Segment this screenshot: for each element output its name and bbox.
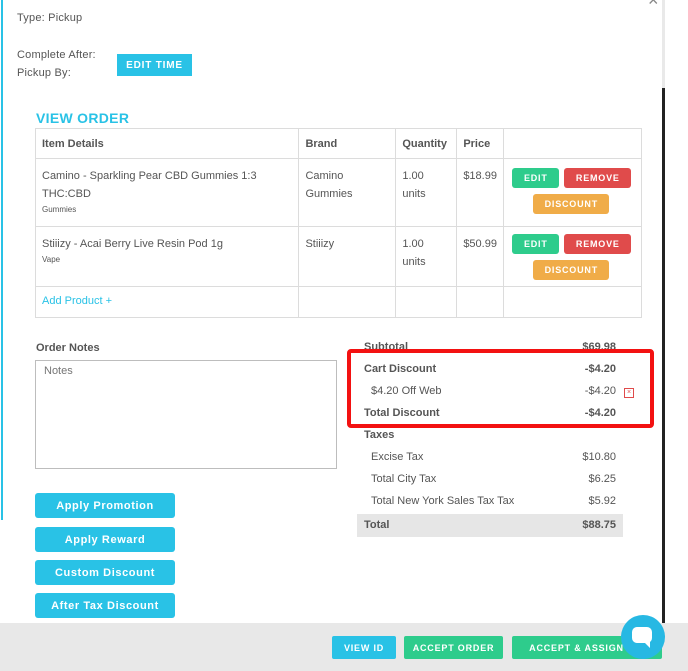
item-name-line: THC:CBD: [42, 188, 91, 200]
ny-sales-tax-label: Total New York Sales Tax Tax: [371, 495, 515, 507]
item-category: Vape: [42, 255, 61, 264]
empty-cell: [298, 286, 397, 318]
order-type: Type: Pickup: [17, 12, 83, 24]
item-price: $50.99: [463, 238, 497, 250]
empty-cell: [395, 286, 458, 318]
item-brand: Stiiizy: [305, 238, 335, 250]
total-label: Total: [364, 519, 390, 531]
item-quantity: 1.00 units: [402, 227, 450, 271]
custom-discount-button[interactable]: Custom Discount: [35, 560, 175, 585]
actions-cell: EDIT REMOVE DISCOUNT: [503, 226, 642, 287]
close-icon[interactable]: ×: [648, 0, 659, 9]
apply-promotion-button[interactable]: Apply Promotion: [35, 493, 175, 518]
discount-highlight-frame: [347, 349, 654, 428]
total-value: $88.75: [582, 519, 616, 531]
quantity-value: 1.00: [402, 170, 424, 182]
quantity-cell: 1.00 units: [395, 226, 458, 287]
excise-tax-label: Excise Tax: [371, 451, 424, 463]
table-header-row: Item Details Brand Quantity Price: [34, 128, 642, 159]
apply-reward-button[interactable]: Apply Reward: [35, 527, 175, 552]
table-row: Stiiizy - Acai Berry Live Resin Pod 1g V…: [34, 226, 642, 287]
add-product-link[interactable]: Add Product +: [42, 287, 292, 307]
total-row: Total $88.75: [357, 514, 623, 537]
ny-sales-tax-value: $5.92: [588, 495, 616, 507]
table-row: Add Product +: [34, 286, 642, 318]
order-notes-label: Order Notes: [36, 342, 100, 354]
brand-cell: Stiiizy: [298, 226, 397, 287]
chat-icon: [632, 627, 652, 648]
brand-cell: Camino Gummies: [298, 158, 397, 227]
excise-tax-row: Excise Tax $10.80: [357, 446, 623, 468]
complete-after-label: Complete After:: [17, 49, 96, 61]
actions-cell: EDIT REMOVE DISCOUNT: [503, 158, 642, 227]
price-cell: $18.99: [456, 158, 505, 227]
price-cell: $50.99: [456, 226, 505, 287]
item-price: $18.99: [463, 170, 497, 182]
discount-item-button[interactable]: DISCOUNT: [533, 260, 610, 280]
empty-cell: [503, 286, 642, 318]
view-id-button[interactable]: VIEW ID: [332, 636, 396, 659]
remove-item-button[interactable]: REMOVE: [564, 234, 632, 254]
ny-sales-tax-row: Total New York Sales Tax Tax $5.92: [357, 490, 623, 512]
view-order-title: VIEW ORDER: [36, 110, 130, 126]
city-tax-label: Total City Tax: [371, 473, 437, 485]
left-accent-bar: [1, 0, 3, 520]
empty-cell: [456, 286, 505, 318]
quantity-unit: units: [402, 188, 426, 200]
edit-item-button[interactable]: EDIT: [512, 234, 560, 254]
item-brand: Camino Gummies: [305, 159, 389, 203]
item-category: Gummies: [42, 205, 77, 214]
taxes-label: Taxes: [364, 429, 395, 441]
column-header-quantity: Quantity: [395, 128, 458, 159]
quantity-value: 1.00: [402, 238, 424, 250]
item-quantity: 1.00 units: [402, 159, 450, 203]
quantity-cell: 1.00 units: [395, 158, 458, 227]
quantity-unit: units: [402, 256, 426, 268]
item-name: Stiiizy - Acai Berry Live Resin Pod 1g: [42, 238, 223, 250]
brand-line: Gummies: [305, 188, 353, 200]
item-name: Camino - Sparkling Pear CBD Gummies 1:3 …: [42, 159, 292, 203]
item-name-line: Camino - Sparkling Pear CBD Gummies 1:3: [42, 170, 257, 182]
item-details-cell: Camino - Sparkling Pear CBD Gummies 1:3 …: [34, 158, 300, 227]
scrollbar-track[interactable]: [662, 0, 665, 623]
column-header-price: Price: [456, 128, 505, 159]
discount-item-button[interactable]: DISCOUNT: [533, 194, 610, 214]
scrollbar-thumb[interactable]: [662, 0, 665, 88]
column-header-brand: Brand: [298, 128, 397, 159]
brand-line: Camino: [305, 170, 344, 182]
excise-tax-value: $10.80: [582, 451, 616, 463]
column-header-item-details: Item Details: [34, 128, 300, 159]
edit-time-button[interactable]: EDIT TIME: [117, 54, 192, 76]
chat-launcher-button[interactable]: [621, 615, 665, 659]
accept-order-button[interactable]: ACCEPT ORDER: [404, 636, 503, 659]
pickup-by-label: Pickup By:: [17, 67, 71, 79]
city-tax-value: $6.25: [588, 473, 616, 485]
order-items-table: Item Details Brand Quantity Price Camino…: [34, 128, 642, 318]
remove-item-button[interactable]: REMOVE: [564, 168, 632, 188]
city-tax-row: Total City Tax $6.25: [357, 468, 623, 490]
table-row: Camino - Sparkling Pear CBD Gummies 1:3 …: [34, 158, 642, 227]
edit-item-button[interactable]: EDIT: [512, 168, 560, 188]
column-header-actions: [503, 128, 642, 159]
add-product-cell: Add Product +: [34, 286, 300, 318]
after-tax-discount-button[interactable]: After Tax Discount: [35, 593, 175, 618]
order-notes-input[interactable]: [35, 360, 337, 469]
item-details-cell: Stiiizy - Acai Berry Live Resin Pod 1g V…: [34, 226, 300, 287]
